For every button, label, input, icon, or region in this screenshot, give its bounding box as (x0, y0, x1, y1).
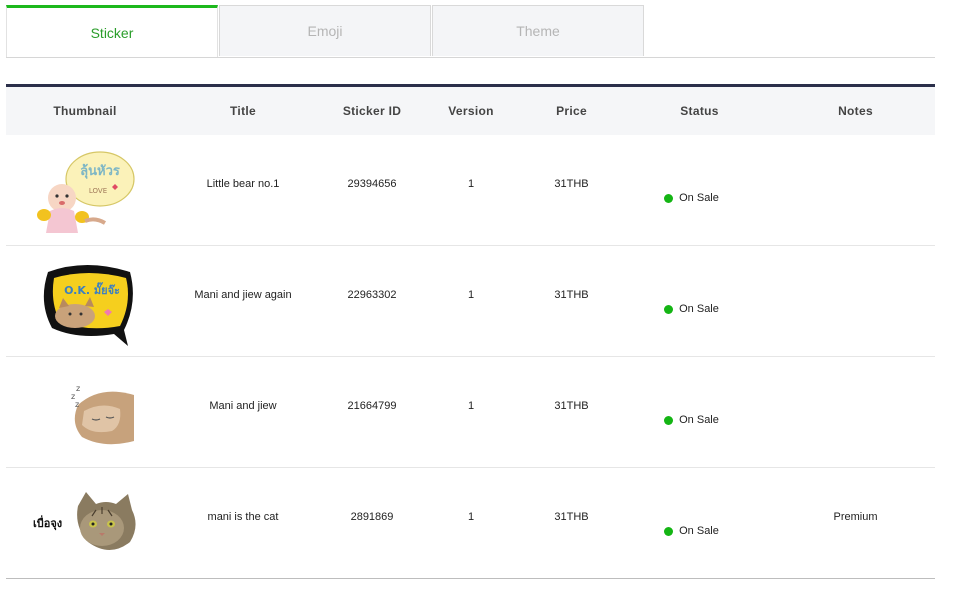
status-label: On Sale (679, 303, 719, 315)
table-row[interactable]: ลุ้นหัวร LOVE Little bear no.1 29394656 … (6, 135, 935, 246)
status-badge: On Sale (607, 303, 776, 315)
status-badge: On Sale (607, 525, 776, 537)
sticker-id-cell: 22963302 (347, 289, 397, 301)
header-notes: Notes (838, 104, 873, 118)
thumbnail-cell: z z z (6, 365, 164, 460)
notes-cell: Premium (833, 511, 878, 523)
header-sticker-id: Sticker ID (342, 104, 402, 118)
title-cell: Little bear no.1 (206, 178, 280, 190)
header-price: Price (556, 104, 587, 118)
version-cell: 1 (467, 400, 475, 412)
sleeping-cat-sticker-thumbnail[interactable]: z z z (30, 365, 140, 460)
status-cell: On Sale (623, 509, 776, 537)
version-cell: 1 (467, 511, 475, 523)
svg-text:z: z (76, 384, 80, 393)
title-cell: mani is the cat (207, 511, 279, 523)
version-cell: 1 (467, 178, 475, 190)
table-row[interactable]: เบื่อจุง mani is the cat 2891869 1 31THB… (6, 468, 935, 579)
tab-bar: Sticker Emoji Theme (6, 5, 935, 58)
price-cell: 31THB (554, 400, 589, 412)
svg-text:ลุ้นหัวร: ลุ้นหัวร (80, 163, 120, 179)
header-thumbnail: Thumbnail (53, 104, 117, 118)
title-cell: Mani and jiew again (194, 289, 292, 301)
version-cell: 1 (467, 289, 475, 301)
sticker-id-cell: 2891869 (350, 511, 394, 523)
status-cell: On Sale (623, 176, 776, 204)
tab-theme[interactable]: Theme (432, 5, 644, 56)
price-cell: 31THB (554, 289, 589, 301)
status-dot-icon (664, 415, 674, 425)
header-title: Title (230, 104, 256, 118)
thumbnail-cell: เบื่อจุง (6, 476, 164, 571)
price-cell: 31THB (554, 511, 589, 523)
sticker-id-cell: 29394656 (347, 178, 397, 190)
thumbnail-cell: ลุ้นหัวร LOVE (6, 143, 164, 238)
svg-text:z: z (75, 400, 79, 409)
table-row[interactable]: z z z Mani and jiew 21664799 1 31THB On … (6, 357, 935, 468)
table-row[interactable]: O.K. มั๊ยจ๊ะ Mani and jiew again 2296330… (6, 246, 935, 357)
tab-emoji[interactable]: Emoji (219, 5, 431, 56)
cat-face-sticker-thumbnail[interactable]: เบื่อจุง (30, 476, 140, 571)
price-cell: 31THB (554, 178, 589, 190)
status-label: On Sale (679, 525, 719, 537)
status-label: On Sale (679, 414, 719, 426)
status-label: On Sale (679, 192, 719, 204)
status-dot-icon (664, 526, 674, 536)
sticker-id-cell: 21664799 (347, 400, 397, 412)
svg-text:O.K. มั๊ยจ๊ะ: O.K. มั๊ยจ๊ะ (64, 282, 120, 297)
tab-sticker[interactable]: Sticker (6, 5, 218, 57)
status-dot-icon (664, 304, 674, 314)
header-status: Status (680, 104, 719, 118)
status-cell: On Sale (623, 287, 776, 315)
table-header: Thumbnail Title Sticker ID Version Price… (6, 84, 935, 135)
thumbnail-cell: O.K. มั๊ยจ๊ะ (6, 254, 164, 349)
status-badge: On Sale (607, 414, 776, 426)
status-cell: On Sale (623, 398, 776, 426)
status-badge: On Sale (607, 192, 776, 204)
baby-sticker-thumbnail[interactable]: ลุ้นหัวร LOVE (30, 143, 140, 238)
svg-text:เบื่อจุง: เบื่อจุง (33, 515, 62, 531)
title-cell: Mani and jiew (209, 400, 277, 412)
svg-text:LOVE: LOVE (89, 187, 107, 195)
status-dot-icon (664, 193, 674, 203)
header-version: Version (448, 104, 494, 118)
sticker-table: Thumbnail Title Sticker ID Version Price… (6, 84, 935, 579)
cat-ok-sticker-thumbnail[interactable]: O.K. มั๊ยจ๊ะ (30, 254, 140, 349)
